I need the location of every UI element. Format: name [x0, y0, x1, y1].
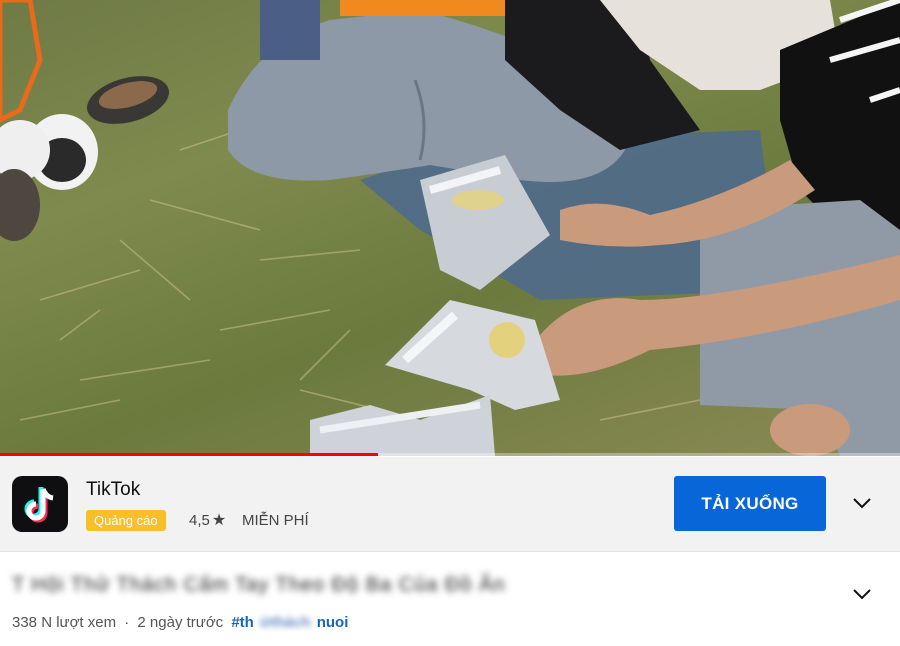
video-metadata: 338 N lượt xem · 2 ngày trước #th ửthách n… — [12, 614, 348, 631]
install-button[interactable]: TẢI XUỐNG — [674, 476, 826, 531]
video-progress-bar[interactable] — [0, 453, 900, 456]
meta-separator: · — [124, 614, 130, 631]
hashtag-link[interactable]: #th ửthách nuoi — [231, 614, 348, 631]
ad-banner[interactable]: TikTok Quảng cáo 4,5 ★ MIỄN PHÍ TẢI XUỐN… — [0, 457, 900, 552]
video-frame-image — [0, 0, 900, 456]
video-title-text: T Hội Thử Thách Cấm Tay Theo Độ Ba Của Đ… — [12, 574, 506, 596]
video-title[interactable]: T Hội Thử Thách Cấm Tay Theo Độ Ba Của Đ… — [12, 574, 572, 604]
tiktok-logo-icon[interactable] — [12, 476, 68, 532]
app-rating: 4,5 ★ — [189, 510, 226, 531]
video-player[interactable] — [0, 0, 900, 456]
ad-badge: Quảng cáo — [86, 510, 166, 531]
star-icon: ★ — [211, 512, 227, 529]
app-price: MIỄN PHÍ — [242, 512, 309, 529]
ad-app-name[interactable]: TikTok — [86, 479, 140, 501]
hashtag-start: #th — [231, 614, 254, 631]
hashtag-end: nuoi — [316, 614, 349, 631]
hashtag-hidden: ửthách — [259, 614, 311, 631]
rating-value: 4,5 — [189, 512, 210, 529]
upload-age: 2 ngày trước — [137, 614, 224, 631]
video-info: T Hội Thử Thách Cấm Tay Theo Độ Ba Của Đ… — [0, 552, 900, 646]
chevron-down-icon[interactable] — [850, 491, 874, 515]
view-count: 338 N lượt xem — [12, 614, 117, 631]
expand-description-chevron-icon[interactable] — [850, 582, 874, 606]
video-progress-fill — [0, 453, 378, 456]
